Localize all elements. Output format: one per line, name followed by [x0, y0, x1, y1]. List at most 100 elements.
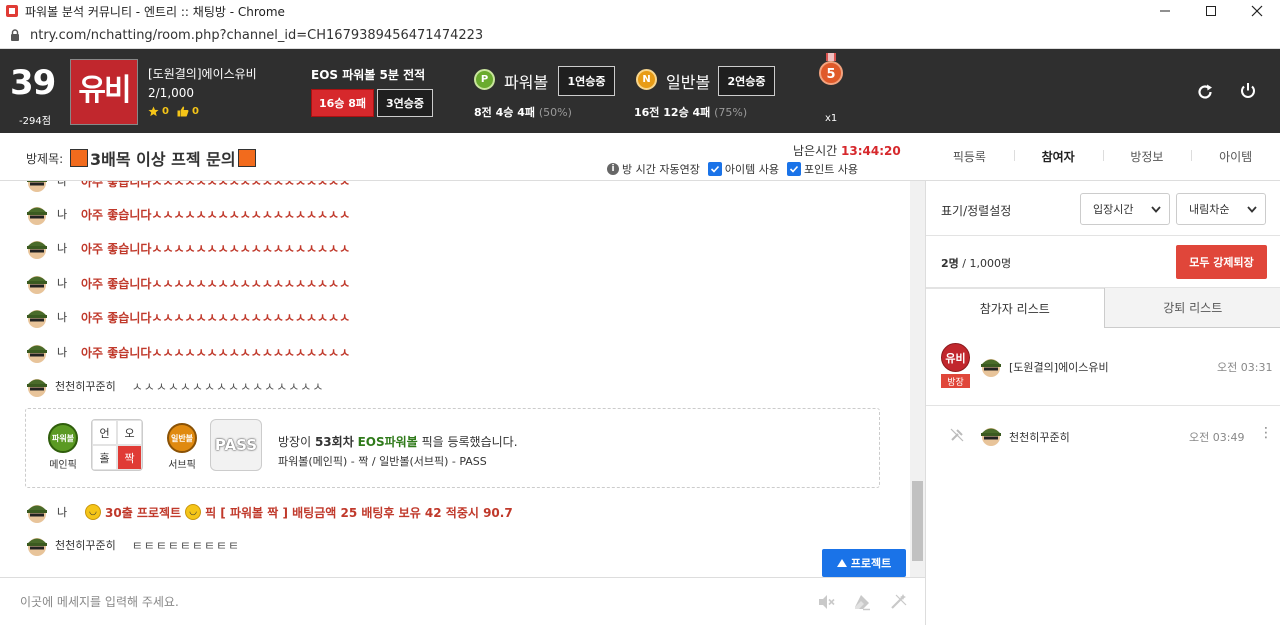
- chat-message: 천천히꾸준히 ㅅㅅㅅㅅㅅㅅㅅㅅㅅㅅㅅㅅㅅㅅㅅㅅ: [25, 373, 324, 399]
- lock-icon: [11, 29, 19, 41]
- auto-extend-option[interactable]: i 방 시간 자동연장: [607, 161, 700, 177]
- pick-announcement: 방장이 53회차 EOS파워볼 픽을 등록했습니다.: [278, 435, 518, 449]
- maximize-button[interactable]: [1188, 0, 1234, 22]
- participant-count: 2명 / 1,000명: [941, 257, 1012, 270]
- me-label: 나: [57, 208, 68, 221]
- chat-text: 아주 좋습니다ㅅㅅㅅㅅㅅㅅㅅㅅㅅㅅㅅㅅㅅㅅㅅㅅㅅㅅ: [81, 345, 351, 360]
- tab-participants[interactable]: 참여자: [1013, 148, 1103, 165]
- minimize-button[interactable]: [1142, 0, 1188, 22]
- sort-by-select[interactable]: 입장시간: [1080, 193, 1170, 225]
- soldier-avatar-icon: [27, 241, 47, 259]
- chat-text: 아주 좋습니다ㅅㅅㅅㅅㅅㅅㅅㅅㅅㅅㅅㅅㅅㅅㅅㅅㅅㅅ: [81, 181, 351, 189]
- tab-participant-list[interactable]: 참가자 리스트: [926, 288, 1104, 328]
- participant-row[interactable]: 유비 방장 [도원결의]에이스유비 오전 03:31: [926, 338, 1280, 406]
- host-logo: 유비: [941, 343, 970, 372]
- participant-name: [도원결의]에이스유비: [1009, 361, 1109, 374]
- chat-username[interactable]: 천천히꾸준히: [55, 378, 116, 394]
- sub-pick-label: 서브픽: [168, 460, 196, 471]
- checkbox-checked-icon: [707, 162, 722, 176]
- participant-join-time: 오전 03:49: [1189, 431, 1245, 444]
- soldier-avatar-icon: [27, 505, 47, 523]
- like-count: 0: [191, 106, 199, 117]
- participants-panel: 표기/정렬설정 입장시간 내림차순 2명 / 1,000명 모두 강제퇴장 참가…: [925, 181, 1280, 625]
- chat-text: ㅅㅅㅅㅅㅅㅅㅅㅅㅅㅅㅅㅅㅅㅅㅅㅅ: [131, 379, 325, 394]
- site-favicon-icon: [6, 5, 18, 17]
- main-pick: 파워볼 메인픽: [48, 423, 78, 471]
- item-use-checkbox[interactable]: 아이템 사용: [707, 161, 779, 177]
- chat-username[interactable]: 천천히꾸준히: [55, 537, 116, 553]
- star-stat: 0: [148, 106, 169, 117]
- pick-cell: 오: [117, 420, 142, 445]
- close-icon: [1251, 5, 1263, 17]
- powerball-label: 파워볼: [504, 73, 549, 92]
- address-bar[interactable]: ntry.com/nchatting/room.php?channel_id=C…: [0, 22, 1280, 49]
- chat-message: 나 ◡ 30출 프로젝트 ◡ 픽 [ 파워볼 짝 ] 배팅금액 25 배팅후 보…: [25, 499, 513, 525]
- thumbs-up-icon: [177, 106, 189, 117]
- star-count: 0: [162, 106, 169, 117]
- chevron-down-icon: [1151, 205, 1161, 213]
- chat-text: 아주 좋습니다ㅅㅅㅅㅅㅅㅅㅅㅅㅅㅅㅅㅅㅅㅅㅅㅅㅅㅅ: [81, 310, 351, 325]
- normalball-coin-icon: 일반볼: [167, 423, 197, 453]
- room-title-label: 방제목:: [26, 152, 64, 166]
- mute-icon[interactable]: [816, 592, 836, 612]
- me-label: 나: [57, 506, 68, 519]
- user-logo[interactable]: 유비: [70, 59, 138, 125]
- normalball-icon: N: [636, 69, 657, 90]
- participant-name: 천천히꾸준히: [1009, 431, 1070, 444]
- medal-icon[interactable]: 5: [819, 53, 843, 103]
- eraser-icon[interactable]: [852, 592, 872, 612]
- remaining-time: 남은시간 13:44:20: [793, 144, 901, 158]
- normalball-streak-badge: 2연승중: [718, 66, 775, 96]
- smiley-icon: ◡: [85, 504, 101, 520]
- chat-text: 아주 좋습니다ㅅㅅㅅㅅㅅㅅㅅㅅㅅㅅㅅㅅㅅㅅㅅㅅㅅㅅ: [81, 276, 351, 291]
- main-pick-label: 메인픽: [49, 460, 77, 471]
- chat-text: 아주 좋습니다ㅅㅅㅅㅅㅅㅅㅅㅅㅅㅅㅅㅅㅅㅅㅅㅅㅅㅅ: [81, 241, 351, 256]
- chat-message: 나 아주 좋습니다ㅅㅅㅅㅅㅅㅅㅅㅅㅅㅅㅅㅅㅅㅅㅅㅅㅅㅅ: [25, 270, 350, 296]
- room-title-text: 3배목 이상 프젝 문의: [90, 150, 236, 169]
- me-label: 나: [57, 311, 68, 324]
- soldier-avatar-icon: [981, 359, 1001, 377]
- refresh-icon[interactable]: [1195, 82, 1215, 102]
- sort-settings-label: 표기/정렬설정: [941, 204, 1012, 218]
- browser-title-bar: 파워볼 분석 커뮤니티 - 엔트리 :: 채팅방 - Chrome: [0, 0, 1280, 22]
- chat-message: 나 아주 좋습니다ㅅㅅㅅㅅㅅㅅㅅㅅㅅㅅㅅㅅㅅㅅㅅㅅㅅㅅ: [25, 235, 350, 261]
- chat-message: 천천히꾸준히 ㅌㅌㅌㅌㅌㅌㅌㅌㅌ: [25, 532, 240, 558]
- pick-cell-selected: 짝: [117, 445, 142, 470]
- participant-row[interactable]: 천천히꾸준히 오전 03:49 ⋮: [926, 406, 1280, 468]
- more-options-icon[interactable]: ⋮: [1259, 426, 1273, 440]
- tab-room-info[interactable]: 방정보: [1102, 148, 1192, 165]
- chat-log[interactable]: 나 아주 좋습니다ㅅㅅㅅㅅㅅㅅㅅㅅㅅㅅㅅㅅㅅㅅㅅㅅㅅㅅ 나 아주 좋습니다ㅅㅅㅅ…: [0, 181, 910, 577]
- chat-message: 나 아주 좋습니다ㅅㅅㅅㅅㅅㅅㅅㅅㅅㅅㅅㅅㅅㅅㅅㅅㅅㅅ: [25, 339, 350, 365]
- scrollbar-thumb[interactable]: [912, 481, 923, 561]
- like-stat: 0: [177, 106, 199, 117]
- chat-text: 아주 좋습니다ㅅㅅㅅㅅㅅㅅㅅㅅㅅㅅㅅㅅㅅㅅㅅㅅㅅㅅ: [81, 207, 351, 222]
- room-bar: 방제목: 3배목 이상 프젝 문의 남은시간 13:44:20 i 방 시간 자…: [0, 133, 925, 181]
- star-icon: [148, 106, 159, 117]
- info-icon: i: [607, 163, 619, 175]
- url-text[interactable]: ntry.com/nchatting/room.php?channel_id=C…: [30, 28, 483, 43]
- point-use-checkbox[interactable]: 포인트 사용: [786, 161, 858, 177]
- message-input[interactable]: [20, 590, 780, 614]
- chat-message: 나 아주 좋습니다ㅅㅅㅅㅅㅅㅅㅅㅅㅅㅅㅅㅅㅅㅅㅅㅅㅅㅅ: [25, 304, 350, 330]
- powerball-record: 8전 4승 4패 (50%): [474, 106, 572, 119]
- magic-wand-icon[interactable]: [888, 592, 908, 612]
- chat-scrollbar[interactable]: [910, 181, 925, 577]
- kick-icon[interactable]: [948, 426, 966, 444]
- sort-order-select[interactable]: 내림차순: [1176, 193, 1266, 225]
- orange-square-icon: [70, 149, 88, 167]
- triangle-up-icon: [836, 559, 847, 567]
- participant-join-time: 오전 03:31: [1217, 361, 1273, 374]
- tab-items[interactable]: 아이템: [1191, 148, 1280, 165]
- power-icon[interactable]: [1238, 81, 1258, 101]
- project-button[interactable]: 프로젝트: [822, 549, 906, 577]
- side-tabs: 픽등록 참여자 방정보 아이템: [925, 133, 1280, 181]
- chat-message: 나 아주 좋습니다ㅅㅅㅅㅅㅅㅅㅅㅅㅅㅅㅅㅅㅅㅅㅅㅅㅅㅅ: [25, 201, 350, 227]
- powerball-streak-badge: 1연승중: [558, 66, 615, 96]
- close-window-button[interactable]: [1234, 0, 1280, 22]
- kick-all-button[interactable]: 모두 강제퇴장: [1176, 245, 1267, 279]
- tab-kicked-list[interactable]: 강퇴 리스트: [1103, 288, 1280, 328]
- tab-pick-register[interactable]: 픽등록: [925, 148, 1014, 165]
- chat-text: ◡ 30출 프로젝트 ◡ 픽 [ 파워볼 짝 ] 배팅금액 25 배팅후 보유 …: [85, 504, 513, 521]
- user-count: 2/1,000: [148, 86, 195, 100]
- item-use-label: 아이템 사용: [724, 163, 779, 176]
